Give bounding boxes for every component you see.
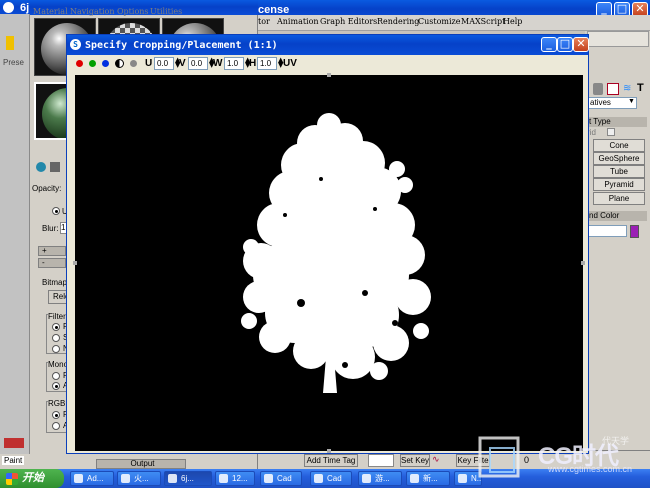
menu-item-graph-editors[interactable]: Graph Editors xyxy=(320,17,377,26)
crop-placement-dialog: S Specify Cropping/Placement (1:1) _ □ ✕… xyxy=(66,34,589,454)
command-panel: ≋ T atives ▼ t Type rid Cone GeoSphere T… xyxy=(585,31,650,471)
object-type-header[interactable]: t Type xyxy=(587,117,647,127)
dialog-title-bar: S Specify Cropping/Placement (1:1) _ □ ✕ xyxy=(67,35,589,55)
status-red-marker xyxy=(4,438,24,448)
menu-item-maxscript[interactable]: MAXScript xyxy=(461,17,505,26)
mono-label: Mono xyxy=(48,360,69,369)
geosphere-button[interactable]: GeoSphere xyxy=(593,152,645,165)
rgb-radio-a[interactable] xyxy=(52,422,60,430)
add-time-tag-button[interactable]: Add Time Tag xyxy=(304,454,358,467)
menu-utilities[interactable]: Utilities xyxy=(150,7,182,16)
taskbar-item-8[interactable]: 新... xyxy=(406,471,450,486)
green-channel-button[interactable] xyxy=(89,60,96,67)
put-material-icon[interactable] xyxy=(50,162,60,172)
taskbar-item-7[interactable]: 游... xyxy=(358,471,402,486)
blur-label: Blur: xyxy=(42,224,59,233)
category-value: atives xyxy=(590,98,611,107)
watermark-tag: 代天学 xyxy=(602,436,630,446)
key-mode-icon[interactable]: ∿ xyxy=(432,454,440,465)
rollout-minus[interactable]: - xyxy=(38,258,66,268)
windows-logo-icon xyxy=(6,473,18,485)
taskbar-item-3[interactable]: 6j... xyxy=(164,471,212,486)
uv-mode-label[interactable]: UV xyxy=(283,58,297,69)
menu-options[interactable]: Options xyxy=(117,7,149,16)
hammer-icon[interactable]: T xyxy=(637,82,647,94)
taskbar-item-2[interactable]: 火... xyxy=(117,471,161,486)
menu-navigation[interactable]: Navigation xyxy=(70,7,114,16)
taskbar-item-5[interactable]: Cad xyxy=(260,471,302,486)
image-canvas[interactable] xyxy=(73,73,585,453)
viewport-marker xyxy=(6,36,14,50)
taskbar-item-4[interactable]: 12... xyxy=(215,471,255,486)
left-viewport-strip: Prese xyxy=(0,14,30,454)
mono-channel-button[interactable] xyxy=(130,60,137,67)
h-field[interactable]: 1.0 xyxy=(257,57,277,70)
filtering-radio-p[interactable] xyxy=(52,323,60,331)
uv-radio[interactable] xyxy=(52,207,60,215)
material-menu-bar: Material Navigation Options Utilities xyxy=(0,2,250,16)
blue-channel-button[interactable] xyxy=(102,60,109,67)
pyramid-button[interactable]: Pyramid xyxy=(593,178,645,191)
viewport-preset-label: Prese xyxy=(3,58,24,67)
v-label: V xyxy=(179,58,186,69)
menu-item-help[interactable]: Help xyxy=(503,17,522,26)
dialog-toolbar: U 0.0 ▲ ▼ V 0.0 ▲ ▼ W 1.0 ▲ ▼ H 1.0 ▲ ▼ UV xyxy=(67,55,588,73)
autogrid-checkbox[interactable] xyxy=(607,128,615,136)
rollout-plus[interactable]: + xyxy=(38,246,66,256)
start-label: 开始 xyxy=(22,472,44,484)
w-label: W xyxy=(213,58,223,69)
rgb-radio-r[interactable] xyxy=(52,411,60,419)
menu-material[interactable]: Material xyxy=(33,7,68,16)
watermark-url: www.cgtimes.com.cn xyxy=(548,464,633,474)
u-label: U xyxy=(145,58,153,69)
w-field[interactable]: 1.0 xyxy=(224,57,244,70)
menu-item-editor[interactable]: tor xyxy=(258,17,270,26)
set-key-button[interactable]: Set Key xyxy=(400,454,430,467)
mono-radio-r[interactable] xyxy=(52,372,60,380)
cone-button[interactable]: Cone xyxy=(593,139,645,152)
taskbar-item-1[interactable]: Ad... xyxy=(70,471,114,486)
name-color-header[interactable]: nd Color xyxy=(587,211,647,221)
dropdown-arrow-icon[interactable]: ▼ xyxy=(628,98,635,105)
dialog-maximize-button[interactable]: □ xyxy=(557,37,573,52)
menu-item-rendering[interactable]: Rendering xyxy=(377,17,419,26)
alpha-channel-button[interactable] xyxy=(115,59,124,68)
dialog-close-button[interactable]: ✕ xyxy=(573,37,589,52)
max-logo-icon: S xyxy=(70,39,81,50)
output-label: Output xyxy=(130,459,155,468)
shapes-icon[interactable] xyxy=(607,83,619,95)
v-field[interactable]: 0.0 xyxy=(188,57,208,70)
u-field[interactable]: 0.0 xyxy=(154,57,174,70)
filtering-radio-s[interactable] xyxy=(52,334,60,342)
mono-radio-a[interactable] xyxy=(52,382,60,390)
lights-icon[interactable] xyxy=(593,83,603,95)
tube-button[interactable]: Tube xyxy=(593,165,645,178)
time-field[interactable] xyxy=(368,454,394,467)
opacity-label: Opacity: xyxy=(32,184,62,193)
red-channel-button[interactable] xyxy=(76,60,83,67)
filtering-radio-n[interactable] xyxy=(52,345,60,353)
watermark: CG时代 代天学 www.cgtimes.com.cn xyxy=(478,432,650,488)
dialog-minimize-button[interactable]: _ xyxy=(541,37,557,52)
tree-alpha-image xyxy=(241,113,431,393)
taskbar-item-6[interactable]: Cad xyxy=(310,471,352,486)
menu-item-customize[interactable]: Customize xyxy=(418,17,461,26)
get-material-icon[interactable] xyxy=(36,162,46,172)
object-color-swatch[interactable] xyxy=(630,225,639,238)
h-label: H xyxy=(249,58,257,69)
systems-icon[interactable]: ≋ xyxy=(623,83,635,95)
output-rollout[interactable]: Output xyxy=(96,459,186,469)
plane-button[interactable]: Plane xyxy=(593,192,645,205)
dialog-title: Specify Cropping/Placement (1:1) xyxy=(85,39,278,51)
menu-item-animation[interactable]: Animation xyxy=(277,17,319,26)
paint-label: Paint xyxy=(2,456,25,465)
object-name-field[interactable] xyxy=(587,225,627,237)
panel-toolbar xyxy=(587,31,649,47)
start-button[interactable]: 开始 xyxy=(0,469,64,488)
